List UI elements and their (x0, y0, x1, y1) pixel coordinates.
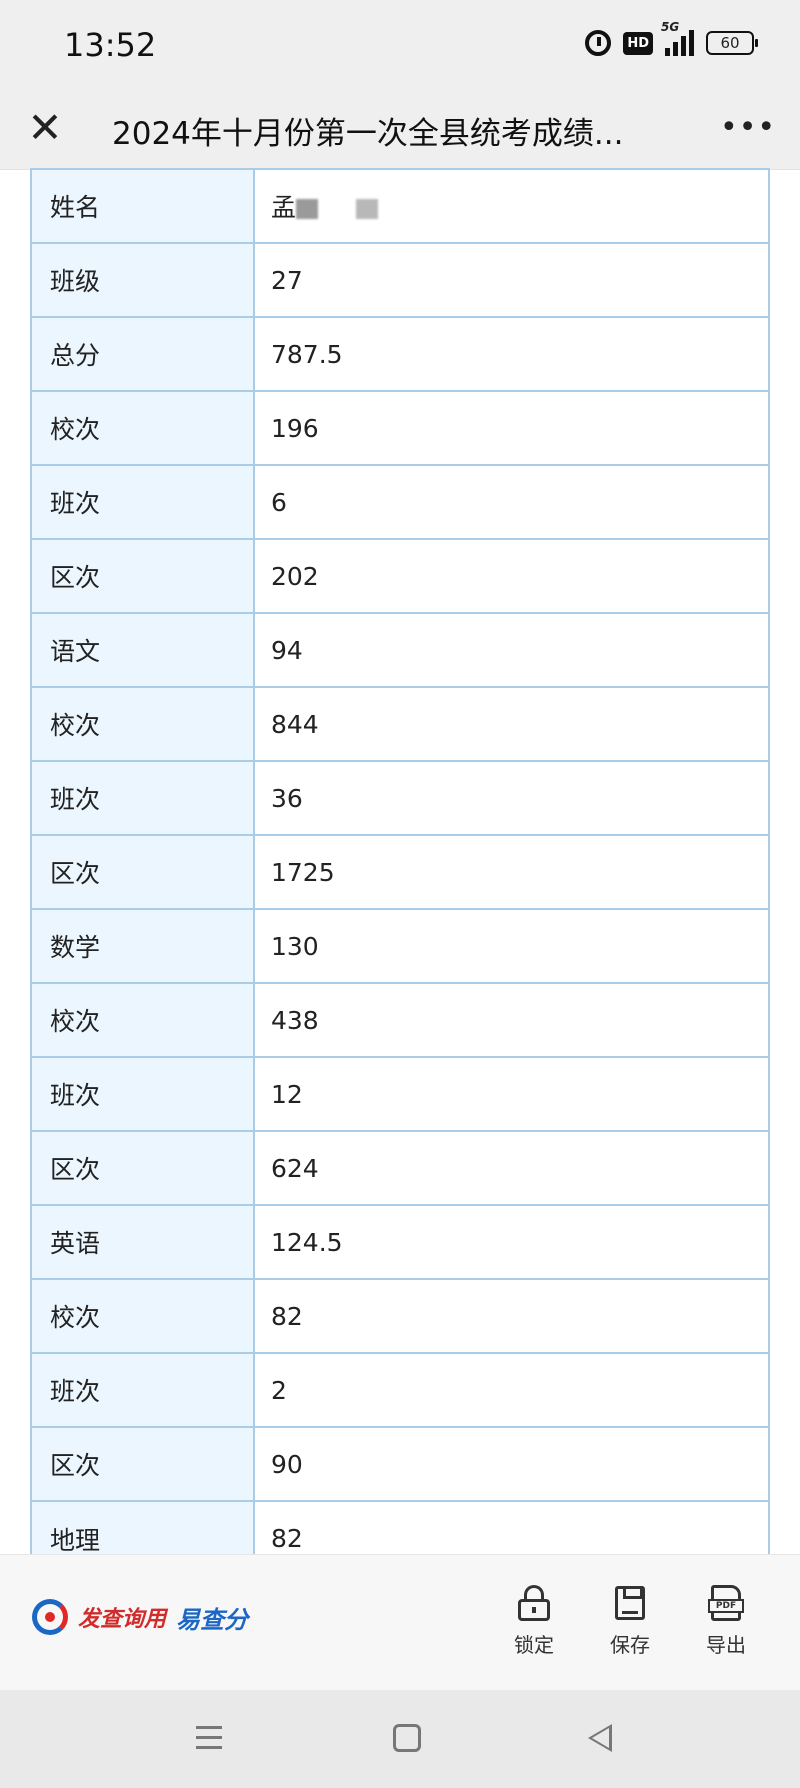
table-row: 班次 2 (32, 1352, 768, 1427)
table-row: 姓名孟 (32, 168, 768, 243)
status-bar: 13:52 HD 5G 60 (0, 0, 800, 92)
table-row: 校次 438 (32, 982, 768, 1057)
row-value: 624 (254, 1130, 768, 1205)
row-value: 36 (254, 760, 768, 835)
redacted-mark (356, 199, 379, 219)
row-value: 82 (254, 1500, 768, 1554)
score-table: 姓名孟班级 27 总分 787.5 校次 196 班次 6 区次 202 语文 94 校次 844 班次 36… (32, 168, 768, 1554)
row-label: 班次 (32, 760, 255, 835)
row-label: 区次 (32, 1426, 255, 1501)
table-row: 英语 124.5 (32, 1204, 768, 1279)
row-label: 姓名 (32, 168, 255, 243)
brand-slogan: 发查询用 (78, 1606, 167, 1632)
table-row: 校次 82 (32, 1278, 768, 1353)
row-label: 班级 (32, 242, 255, 317)
lock-label: 锁定 (514, 1633, 554, 1657)
system-nav-bar (0, 1690, 800, 1788)
status-time: 13:52 (64, 26, 157, 64)
row-label: 区次 (32, 1130, 255, 1205)
bottom-toolbar: 发查询用 易查分 锁定 保存 PDF 导出 (0, 1554, 800, 1690)
row-value: 844 (254, 686, 768, 761)
row-value: 82 (254, 1278, 768, 1353)
export-label: 导出 (706, 1633, 746, 1657)
row-value: 787.5 (254, 316, 768, 391)
row-label: 语文 (32, 612, 255, 687)
row-value: 12 (254, 1056, 768, 1131)
recent-apps-button[interactable] (196, 1726, 222, 1750)
row-value: 202 (254, 538, 768, 613)
back-button[interactable] (588, 1724, 612, 1752)
student-name-value: 孟 (254, 168, 768, 243)
row-label: 校次 (32, 686, 255, 761)
row-label: 总分 (32, 316, 255, 391)
more-button[interactable]: ••• (720, 110, 775, 150)
network-type-label: 5G (661, 20, 680, 34)
pdf-export-icon: PDF (708, 1585, 744, 1621)
row-label: 班次 (32, 1056, 255, 1131)
brand-name: 易查分 (176, 1605, 249, 1634)
table-row: 班次 6 (32, 464, 768, 539)
table-row: 校次 196 (32, 390, 768, 465)
brand[interactable]: 发查询用 易查分 (32, 1599, 248, 1635)
app-header: ✕ 2024年十月份第一次全县统考成绩... ••• (0, 92, 800, 170)
close-button[interactable]: ✕ (22, 106, 68, 152)
table-row: 校次 844 (32, 686, 768, 761)
brand-logo-icon (32, 1599, 68, 1635)
row-value: 6 (254, 464, 768, 539)
row-label: 校次 (32, 390, 255, 465)
row-value: 94 (254, 612, 768, 687)
student-name-text: 孟 (271, 193, 297, 222)
row-value: 27 (254, 242, 768, 317)
table-row: 班级 27 (32, 242, 768, 317)
table-row: 区次 624 (32, 1130, 768, 1205)
table-row: 语文 94 (32, 612, 768, 687)
score-table-container[interactable]: 姓名孟班级 27 总分 787.5 校次 196 班次 6 区次 202 语文 94 校次 844 班次 36… (30, 168, 770, 1554)
more-icon: ••• (720, 110, 777, 145)
table-row: 地理 82 (32, 1500, 768, 1554)
row-value: 2 (254, 1352, 768, 1427)
table-row: 总分 787.5 (32, 316, 768, 391)
close-icon: ✕ (27, 103, 63, 152)
table-row: 区次 90 (32, 1426, 768, 1501)
row-label: 英语 (32, 1204, 255, 1279)
status-icons: HD 5G 60 (585, 20, 758, 56)
row-value: 130 (254, 908, 768, 983)
table-row: 班次 36 (32, 760, 768, 835)
save-label: 保存 (610, 1633, 650, 1657)
table-row: 班次 12 (32, 1056, 768, 1131)
page-title: 2024年十月份第一次全县统考成绩... (112, 116, 624, 152)
row-value: 124.5 (254, 1204, 768, 1279)
home-button[interactable] (393, 1724, 421, 1752)
row-value: 196 (254, 390, 768, 465)
row-value: 1725 (254, 834, 768, 909)
row-label: 班次 (32, 464, 255, 539)
table-row: 区次 202 (32, 538, 768, 613)
row-label: 数学 (32, 908, 255, 983)
lock-icon (516, 1585, 552, 1621)
hd-icon: HD (623, 31, 653, 55)
battery-icon: 60 (706, 31, 758, 55)
redacted-mark (296, 199, 319, 219)
row-label: 校次 (32, 1278, 255, 1353)
table-row: 区次 1725 (32, 834, 768, 909)
row-label: 校次 (32, 982, 255, 1057)
row-value: 438 (254, 982, 768, 1057)
save-button[interactable]: 保存 (595, 1585, 665, 1658)
row-label: 区次 (32, 834, 255, 909)
lock-button[interactable]: 锁定 (499, 1585, 569, 1658)
row-label: 区次 (32, 538, 255, 613)
export-button[interactable]: PDF 导出 (691, 1585, 761, 1658)
alarm-icon (585, 30, 612, 56)
signal-icon: 5G (661, 20, 694, 56)
row-label: 地理 (32, 1500, 255, 1554)
table-row: 数学 130 (32, 908, 768, 983)
pdf-tag: PDF (708, 1599, 744, 1613)
save-icon (612, 1585, 648, 1621)
row-label: 班次 (32, 1352, 255, 1427)
row-value: 90 (254, 1426, 768, 1501)
